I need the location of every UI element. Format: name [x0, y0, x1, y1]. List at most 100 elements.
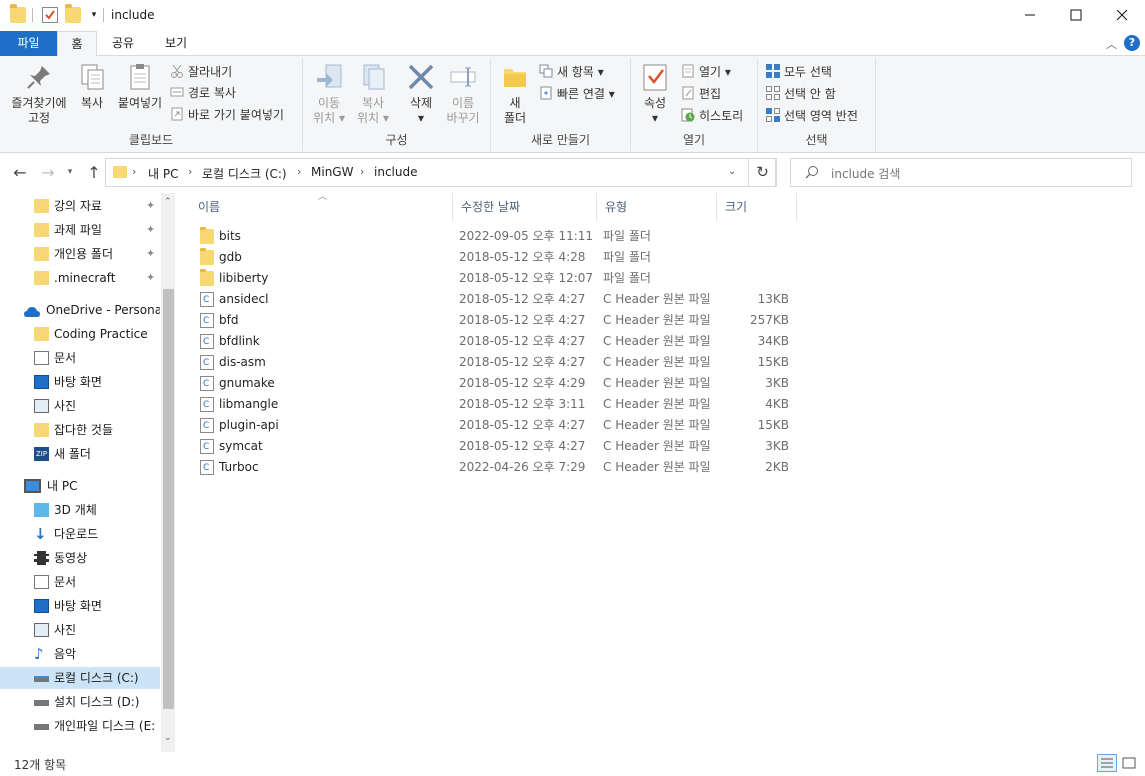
search-box[interactable]: include 검색	[790, 158, 1132, 187]
nav-item-quick-2[interactable]: 개인용 폴더 ✦	[0, 243, 160, 265]
nav-item-pc-7[interactable]: 로컬 디스크 (C:)	[0, 667, 160, 689]
move-to-label-line1: 이동	[317, 96, 341, 110]
edit-button[interactable]: 편집	[681, 84, 721, 104]
breadcrumb-this-pc[interactable]: 내 PC	[148, 165, 178, 182]
scroll-up-icon[interactable]: ⌃	[164, 197, 172, 207]
open-button[interactable]: 열기 ▾	[681, 62, 731, 82]
file-row[interactable]: libmangle 2018-05-12 오후 3:11 C Header 원본 파…	[190, 394, 800, 416]
select-all-button[interactable]: 모두 선택	[766, 62, 832, 82]
nav-item-pc-8[interactable]: 설치 디스크 (D:)	[0, 691, 160, 713]
maximize-button[interactable]	[1053, 0, 1099, 31]
select-none-button[interactable]: 선택 안 함	[766, 84, 836, 104]
file-row[interactable]: plugin-api 2018-05-12 오후 4:27 C Header 원본 …	[190, 415, 800, 437]
delete-dropdown-icon[interactable]: ▾	[401, 111, 441, 126]
back-arrow-icon[interactable]: ←	[10, 163, 30, 182]
tab-file[interactable]: 파일	[0, 31, 57, 56]
invert-selection-button[interactable]: 선택 영역 반전	[766, 106, 858, 126]
nav-item-pc-3[interactable]: 문서	[0, 571, 160, 593]
recent-locations-chevron-icon[interactable]: ▾	[60, 167, 80, 177]
copy-to-button[interactable]: 복사 위치 ▾	[353, 62, 393, 126]
cut-button[interactable]: 잘라내기	[170, 62, 232, 82]
file-row[interactable]: dis-asm 2018-05-12 오후 4:27 C Header 원본 파일 1…	[190, 352, 800, 374]
nav-item-pc-4[interactable]: 바탕 화면	[0, 595, 160, 617]
paste-shortcut-button[interactable]: 바로 가기 붙여넣기	[170, 105, 284, 125]
nav-item-onedrive-1[interactable]: 문서	[0, 347, 160, 369]
ribbon-collapse-icon[interactable]: ︿	[1106, 36, 1117, 52]
new-folder-button[interactable]: 새 폴더	[499, 62, 531, 126]
file-date: 2022-04-26 오후 7:29	[459, 460, 586, 474]
easy-access-label: 빠른 연결	[557, 87, 605, 101]
address-dropdown-chevron-icon[interactable]: ⌄	[728, 166, 736, 177]
window-title: include	[111, 8, 155, 22]
column-header-size[interactable]: 크기	[717, 193, 797, 221]
clipboard-group: 즐겨찾기에 고정 복사 붙여넣기 잘라내기 경로 복사 바로 가기 붙여넣기 클…	[0, 58, 303, 151]
file-row[interactable]: ansidecl 2018-05-12 오후 4:27 C Header 원본 파일…	[190, 289, 800, 311]
easy-access-button[interactable]: 빠른 연결 ▾	[539, 84, 615, 104]
close-button[interactable]	[1099, 0, 1145, 31]
nav-item-quick-1[interactable]: 과제 파일 ✦	[0, 219, 160, 241]
file-row[interactable]: bfdlink 2018-05-12 오후 4:27 C Header 원본 파일 3…	[190, 331, 800, 353]
up-arrow-icon[interactable]: ↑	[84, 163, 104, 182]
drive-icon	[34, 724, 49, 730]
new-item-button[interactable]: 새 항목 ▾	[539, 62, 604, 82]
nav-item-quick-0[interactable]: 강의 자료 ✦	[0, 195, 160, 217]
select-all-label: 모두 선택	[784, 65, 832, 79]
folder-icon	[200, 269, 214, 286]
nav-item-pc-2[interactable]: 동영상	[0, 547, 160, 569]
refresh-icon[interactable]: ↻	[748, 158, 777, 187]
file-date: 2022-09-05 오후 11:11	[459, 229, 594, 243]
nav-item-onedrive-3[interactable]: 사진	[0, 395, 160, 417]
address-bar[interactable]: › 내 PC › 로컬 디스크 (C:) › MinGW › include ⌄	[105, 158, 776, 187]
history-button[interactable]: 히스토리	[681, 106, 743, 126]
breadcrumb-mingw[interactable]: MinGW	[311, 165, 353, 179]
properties-dropdown-icon[interactable]: ▾	[639, 111, 671, 126]
nav-item-onedrive[interactable]: OneDrive - Personal	[0, 299, 160, 321]
column-header-name[interactable]: 이름	[190, 193, 453, 221]
nav-item-pc-0[interactable]: 3D 개체	[0, 499, 160, 521]
move-to-button[interactable]: 이동 위치 ▾	[309, 62, 349, 126]
pin-to-quick-access-button[interactable]: 즐겨찾기에 고정	[6, 62, 72, 126]
properties-button[interactable]: 속성 ▾	[639, 62, 671, 126]
scroll-down-icon[interactable]: ⌄	[164, 733, 172, 743]
help-icon[interactable]: ?	[1124, 35, 1140, 51]
breadcrumb-local-disk[interactable]: 로컬 디스크 (C:)	[202, 165, 287, 182]
nav-item-pc-1[interactable]: ↓ 다운로드	[0, 523, 160, 545]
properties-check-icon[interactable]	[42, 7, 58, 23]
quick-access-dropdown-icon[interactable]: ▾	[86, 7, 102, 23]
folder-row[interactable]: libiberty 2018-05-12 오후 12:07 파일 폴더	[190, 268, 800, 289]
delete-button[interactable]: 삭제 ▾	[401, 62, 441, 126]
nav-item-pc-9[interactable]: 개인파일 디스크 (E:	[0, 715, 160, 737]
file-date: 2018-05-12 오후 4:27	[459, 439, 586, 453]
nav-item-pc-5[interactable]: 사진	[0, 619, 160, 641]
details-view-button[interactable]	[1097, 754, 1117, 772]
forward-arrow-icon[interactable]: →	[38, 163, 58, 182]
folder-row[interactable]: bits 2022-09-05 오후 11:11 파일 폴더	[190, 226, 800, 247]
nav-item-quick-3[interactable]: .minecraft ✦	[0, 267, 160, 289]
copy-path-button[interactable]: 경로 복사	[170, 83, 236, 103]
paste-button[interactable]: 붙여넣기	[114, 62, 166, 111]
tab-home[interactable]: 홈	[57, 31, 97, 57]
nav-item-onedrive-2[interactable]: 바탕 화면	[0, 371, 160, 393]
copy-button[interactable]: 복사	[76, 62, 108, 111]
tab-view[interactable]: 보기	[156, 31, 196, 56]
nav-item-this-pc[interactable]: 내 PC	[0, 475, 160, 497]
nav-item-onedrive-0[interactable]: Coding Practice	[0, 323, 160, 345]
breadcrumb-include[interactable]: include	[374, 165, 417, 179]
navigation-pane-scrollbar[interactable]: ⌃ ⌄	[161, 193, 175, 753]
file-row[interactable]: bfd 2018-05-12 오후 4:27 C Header 원본 파일 257KB	[190, 310, 800, 332]
large-icons-view-button[interactable]	[1119, 754, 1139, 772]
nav-item-onedrive-4[interactable]: 잡다한 것들	[0, 419, 160, 441]
minimize-button[interactable]	[1007, 0, 1053, 31]
tab-share[interactable]: 공유	[103, 31, 143, 56]
new-folder-quick-icon[interactable]	[65, 4, 81, 23]
nav-item-pc-6[interactable]: ♪ 음악	[0, 643, 160, 665]
column-header-type[interactable]: 유형	[597, 193, 717, 221]
column-header-date[interactable]: 수정한 날짜	[453, 193, 597, 221]
scrollbar-thumb[interactable]	[163, 289, 174, 709]
file-row[interactable]: symcat 2018-05-12 오후 4:27 C Header 원본 파일 3K…	[190, 436, 800, 458]
folder-row[interactable]: gdb 2018-05-12 오후 4:28 파일 폴더	[190, 247, 800, 268]
file-row[interactable]: Turboc 2022-04-26 오후 7:29 C Header 원본 파일 2K…	[190, 457, 800, 479]
file-row[interactable]: gnumake 2018-05-12 오후 4:29 C Header 원본 파일 3…	[190, 373, 800, 395]
rename-button[interactable]: 이름 바꾸기	[443, 62, 483, 126]
nav-item-onedrive-5[interactable]: ZIP 새 폴더	[0, 443, 160, 465]
